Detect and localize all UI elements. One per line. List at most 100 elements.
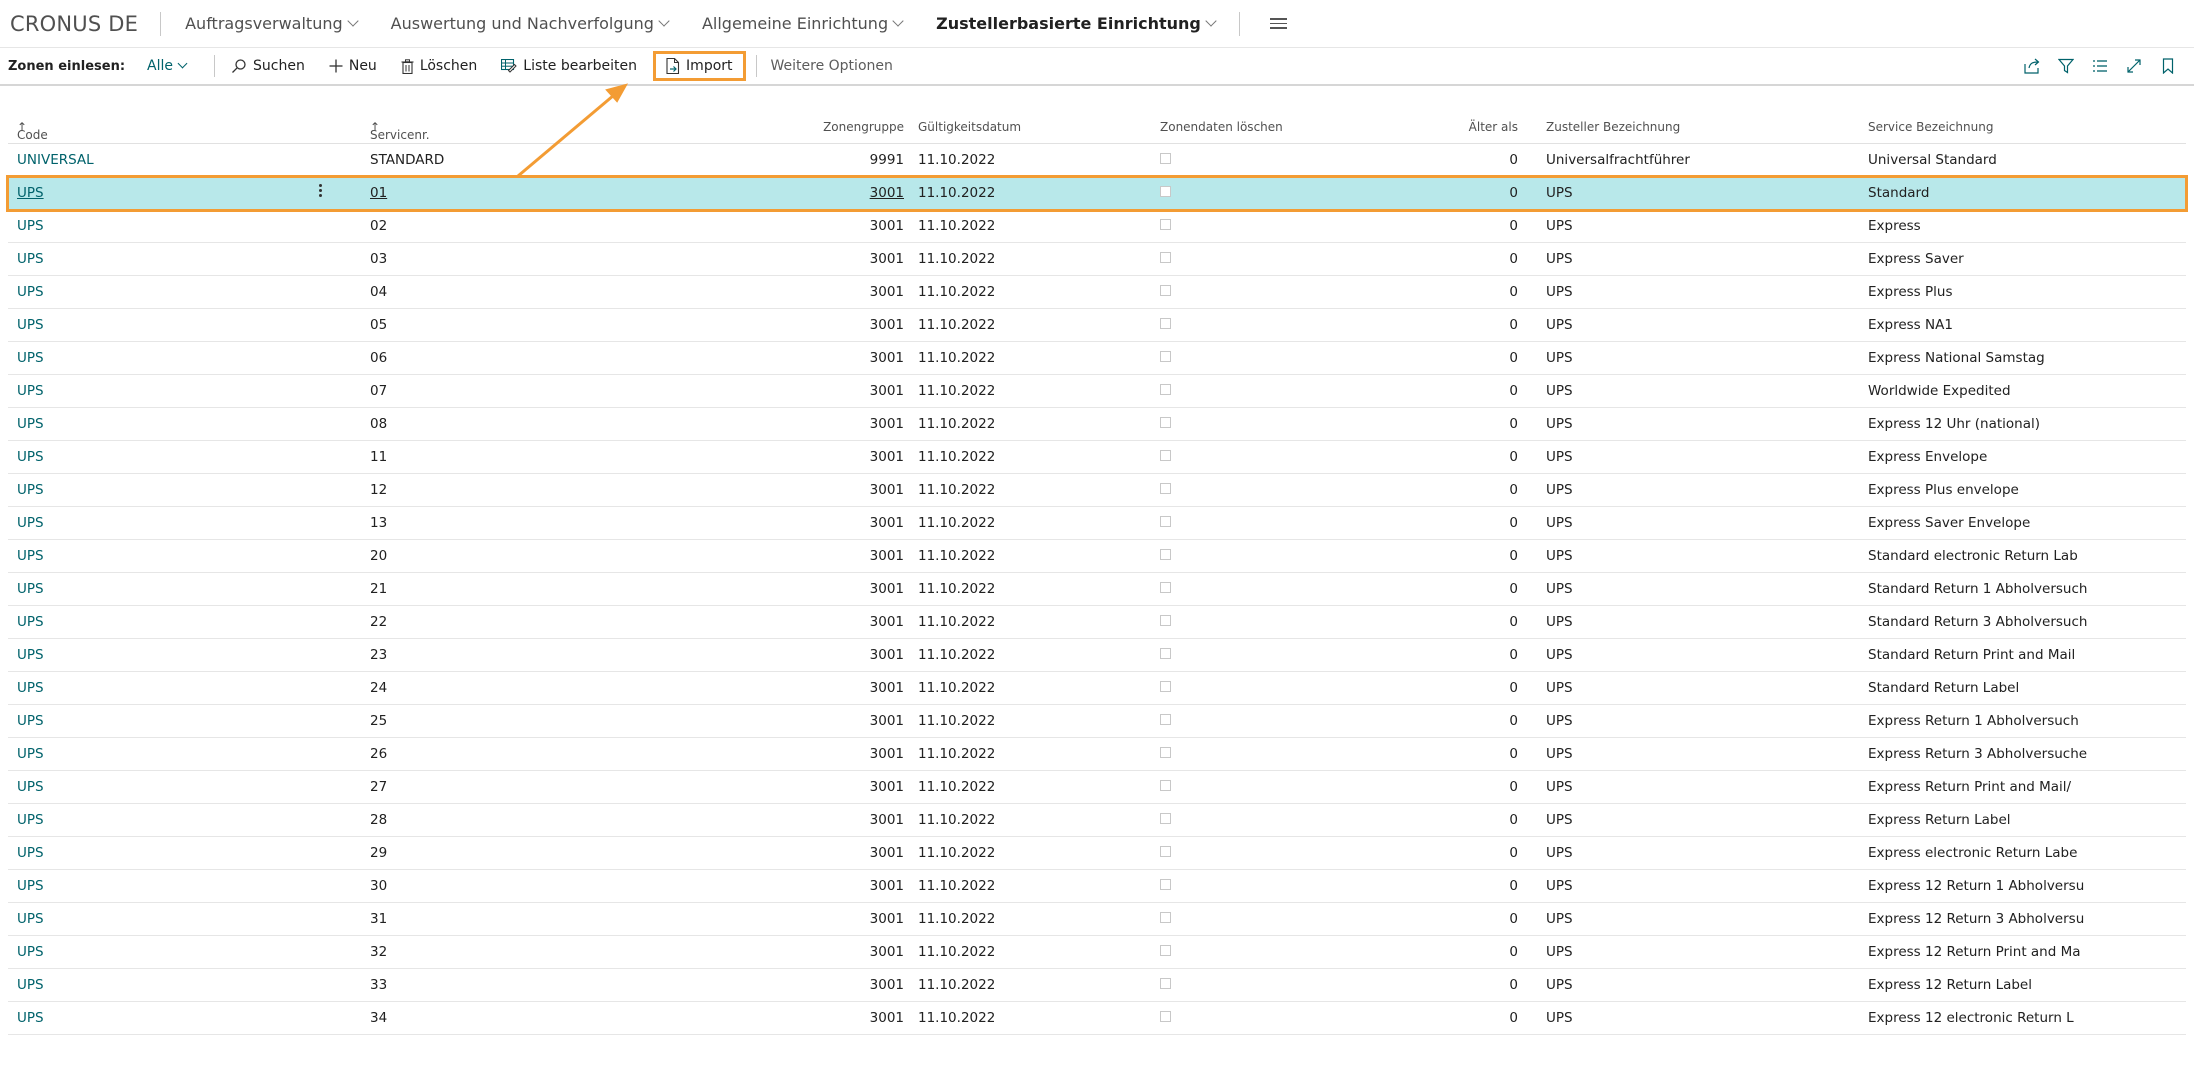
service-no-cell[interactable]: 12: [370, 482, 387, 498]
delete-zone-checkbox[interactable]: [1160, 747, 1171, 758]
search-button[interactable]: Suchen: [231, 58, 305, 74]
code-cell[interactable]: UPS: [17, 383, 44, 399]
valid-date-cell[interactable]: 11.10.2022: [918, 812, 995, 828]
code-cell[interactable]: UPS: [17, 350, 44, 366]
service-no-cell[interactable]: 27: [370, 779, 387, 795]
code-cell[interactable]: UPS: [17, 515, 44, 531]
valid-date-cell[interactable]: 11.10.2022: [918, 152, 995, 168]
nav-item-zustellerbasierte-einrichtung[interactable]: Zustellerbasierte Einrichtung: [936, 14, 1217, 33]
nav-item-auftragsverwaltung[interactable]: Auftragsverwaltung: [185, 14, 359, 33]
valid-date-cell[interactable]: 11.10.2022: [918, 416, 995, 432]
zone-group-cell[interactable]: 3001: [870, 878, 904, 894]
older-than-cell[interactable]: 0: [1509, 482, 1518, 498]
expand-icon[interactable]: [2126, 58, 2142, 74]
edit-list-button[interactable]: Liste bearbeiten: [501, 58, 637, 74]
list-view-icon[interactable]: [2092, 58, 2108, 74]
service-no-cell[interactable]: 21: [370, 581, 387, 597]
share-icon[interactable]: [2024, 58, 2040, 74]
code-cell[interactable]: UPS: [17, 713, 44, 729]
table-row[interactable]: UNIVERSAL STANDARD 9991 11.10.2022 0 Universa…: [8, 144, 2186, 177]
table-row[interactable]: UPS 28 3001 11.10.2022 0 UPS Express Return La…: [8, 804, 2186, 837]
older-than-cell[interactable]: 0: [1509, 680, 1518, 696]
service-no-cell[interactable]: 05: [370, 317, 387, 333]
zone-group-cell[interactable]: 3001: [870, 581, 904, 597]
zone-group-cell[interactable]: 9991: [870, 152, 904, 168]
older-than-cell[interactable]: 0: [1509, 1010, 1518, 1026]
older-than-cell[interactable]: 0: [1509, 218, 1518, 234]
older-than-cell[interactable]: 0: [1509, 251, 1518, 267]
delete-zone-checkbox[interactable]: [1160, 219, 1171, 230]
zone-group-cell[interactable]: 3001: [870, 911, 904, 927]
import-button[interactable]: Import: [653, 51, 746, 81]
code-cell[interactable]: UPS: [17, 911, 44, 927]
service-no-cell[interactable]: 33: [370, 977, 387, 993]
service-no-cell[interactable]: 20: [370, 548, 387, 564]
valid-date-cell[interactable]: 11.10.2022: [918, 1010, 995, 1026]
table-row[interactable]: UPS 24 3001 11.10.2022 0 UPS Standard Return L…: [8, 672, 2186, 705]
service-no-cell[interactable]: 32: [370, 944, 387, 960]
valid-date-cell[interactable]: 11.10.2022: [918, 218, 995, 234]
zone-group-cell[interactable]: 3001: [870, 779, 904, 795]
older-than-cell[interactable]: 0: [1509, 548, 1518, 564]
table-row[interactable]: UPS 11 3001 11.10.2022 0 UPS Express Envelope: [8, 441, 2186, 474]
table-row[interactable]: UPS 05 3001 11.10.2022 0 UPS Express NA1: [8, 309, 2186, 342]
code-cell[interactable]: UPS: [17, 746, 44, 762]
service-no-cell[interactable]: 26: [370, 746, 387, 762]
valid-date-cell[interactable]: 11.10.2022: [918, 680, 995, 696]
older-than-cell[interactable]: 0: [1509, 416, 1518, 432]
zone-group-cell[interactable]: 3001: [870, 185, 904, 201]
code-cell[interactable]: UPS: [17, 284, 44, 300]
valid-date-cell[interactable]: 11.10.2022: [918, 515, 995, 531]
valid-date-cell[interactable]: 11.10.2022: [918, 383, 995, 399]
valid-date-cell[interactable]: 11.10.2022: [918, 878, 995, 894]
table-row[interactable]: UPS 07 3001 11.10.2022 0 UPS Worldwide Expedit…: [8, 375, 2186, 408]
service-no-cell[interactable]: 03: [370, 251, 387, 267]
table-row[interactable]: UPS 01 3001 11.10.2022 0 UPS Standard: [6, 175, 2188, 212]
delete-zone-checkbox[interactable]: [1160, 879, 1171, 890]
service-no-cell[interactable]: 22: [370, 614, 387, 630]
older-than-cell[interactable]: 0: [1509, 515, 1518, 531]
older-than-cell[interactable]: 0: [1509, 812, 1518, 828]
older-than-cell[interactable]: 0: [1509, 449, 1518, 465]
column-header-service-no[interactable]: Servicenr. ↑: [370, 120, 430, 142]
delete-zone-checkbox[interactable]: [1160, 351, 1171, 362]
valid-date-cell[interactable]: 11.10.2022: [918, 449, 995, 465]
code-cell[interactable]: UPS: [17, 581, 44, 597]
table-row[interactable]: UPS 26 3001 11.10.2022 0 UPS Express Return 3 …: [8, 738, 2186, 771]
valid-date-cell[interactable]: 11.10.2022: [918, 284, 995, 300]
delete-zone-checkbox[interactable]: [1160, 945, 1171, 956]
delete-zone-checkbox[interactable]: [1160, 813, 1171, 824]
valid-date-cell[interactable]: 11.10.2022: [918, 350, 995, 366]
zone-group-cell[interactable]: 3001: [870, 482, 904, 498]
older-than-cell[interactable]: 0: [1509, 878, 1518, 894]
table-row[interactable]: UPS 32 3001 11.10.2022 0 UPS Express 12 Return…: [8, 936, 2186, 969]
table-row[interactable]: UPS 31 3001 11.10.2022 0 UPS Express 12 Return…: [8, 903, 2186, 936]
zone-group-cell[interactable]: 3001: [870, 515, 904, 531]
service-no-cell[interactable]: 08: [370, 416, 387, 432]
zone-group-cell[interactable]: 3001: [870, 317, 904, 333]
valid-date-cell[interactable]: 11.10.2022: [918, 713, 995, 729]
table-row[interactable]: UPS 22 3001 11.10.2022 0 UPS Standard Return 3…: [8, 606, 2186, 639]
row-actions-icon[interactable]: [319, 184, 322, 197]
zone-group-cell[interactable]: 3001: [870, 449, 904, 465]
zone-group-cell[interactable]: 3001: [870, 383, 904, 399]
delete-zone-checkbox[interactable]: [1160, 714, 1171, 725]
older-than-cell[interactable]: 0: [1509, 713, 1518, 729]
service-no-cell[interactable]: 34: [370, 1010, 387, 1026]
code-cell[interactable]: UPS: [17, 251, 44, 267]
service-no-cell[interactable]: 02: [370, 218, 387, 234]
service-no-cell[interactable]: 28: [370, 812, 387, 828]
column-header-zone-group[interactable]: Zonengruppe: [823, 120, 904, 134]
service-no-cell[interactable]: 04: [370, 284, 387, 300]
table-row[interactable]: UPS 29 3001 11.10.2022 0 UPS Express electroni…: [8, 837, 2186, 870]
service-no-cell[interactable]: 25: [370, 713, 387, 729]
code-cell[interactable]: UPS: [17, 614, 44, 630]
older-than-cell[interactable]: 0: [1509, 647, 1518, 663]
bookmark-icon[interactable]: [2160, 58, 2176, 74]
zone-group-cell[interactable]: 3001: [870, 218, 904, 234]
table-row[interactable]: UPS 03 3001 11.10.2022 0 UPS Express Saver: [8, 243, 2186, 276]
delete-zone-checkbox[interactable]: [1160, 681, 1171, 692]
zone-group-cell[interactable]: 3001: [870, 284, 904, 300]
valid-date-cell[interactable]: 11.10.2022: [918, 977, 995, 993]
valid-date-cell[interactable]: 11.10.2022: [918, 482, 995, 498]
